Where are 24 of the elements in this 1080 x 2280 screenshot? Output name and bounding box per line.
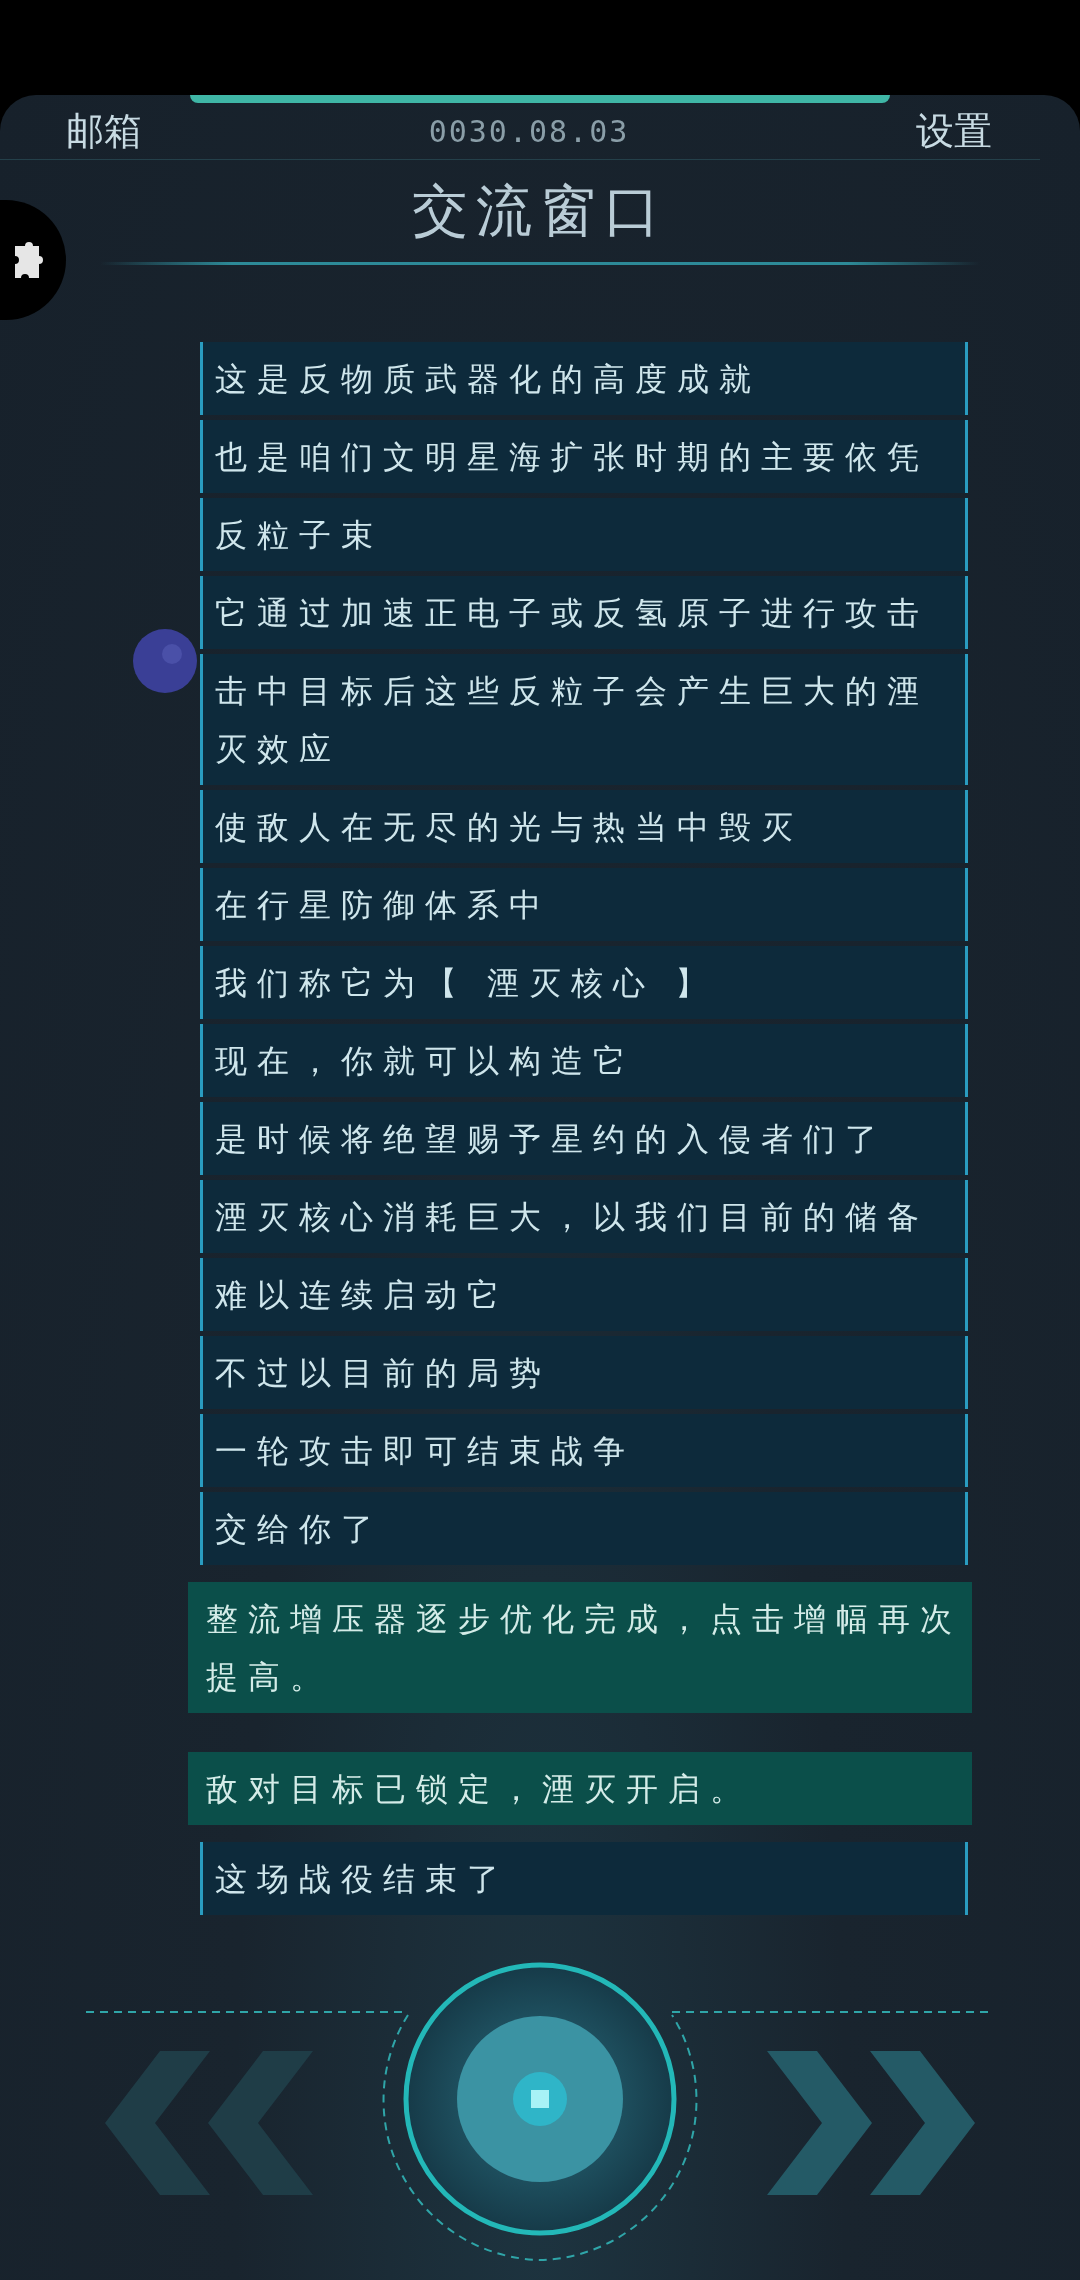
dialog-message: 这场战役结束了	[200, 1842, 968, 1915]
dialog-message: 是时候将绝望赐予星约的入侵者们了	[200, 1102, 968, 1175]
window-title: 交流窗口	[412, 177, 668, 245]
dialog-message: 湮灭核心消耗巨大，以我们目前的储备	[200, 1180, 968, 1253]
dialog-message: 现在，你就可以构造它	[200, 1024, 968, 1097]
play-button[interactable]	[382, 1962, 698, 2261]
mailbox-button[interactable]: 邮箱	[66, 105, 142, 157]
dialog-message: 它通过加速正电子或反氢原子进行攻击	[200, 576, 968, 649]
dialog-message: 一轮攻击即可结束战争	[200, 1414, 968, 1487]
dialog-message: 在行星防御体系中	[200, 868, 968, 941]
settings-button[interactable]: 设置	[916, 105, 992, 157]
dialog-message: 也是咱们文明星海扩张时期的主要依凭	[200, 420, 968, 493]
dialog-message: 这是反物质武器化的高度成就	[200, 342, 968, 415]
dialog-message: 难以连续启动它	[200, 1258, 968, 1331]
date-label: 0030.08.03	[428, 113, 630, 149]
dialog-message: 不过以目前的局势	[200, 1336, 968, 1409]
system-message: 整流增压器逐步优化完成，点击增幅再次提高。	[188, 1582, 972, 1713]
dialog-message: 使敌人在无尽的光与热当中毁灭	[200, 790, 968, 863]
dialog-message: 交给你了	[200, 1492, 968, 1565]
dialog-message: 我们称它为【 湮灭核心 】	[200, 946, 968, 1019]
system-message: 敌对目标已锁定，湮灭开启。	[188, 1752, 972, 1825]
dialog-message: 击中目标后这些反粒子会产生巨大的湮灭效应	[200, 654, 968, 785]
dialog-message: 反粒子束	[200, 498, 968, 571]
planet-icon	[132, 628, 198, 694]
